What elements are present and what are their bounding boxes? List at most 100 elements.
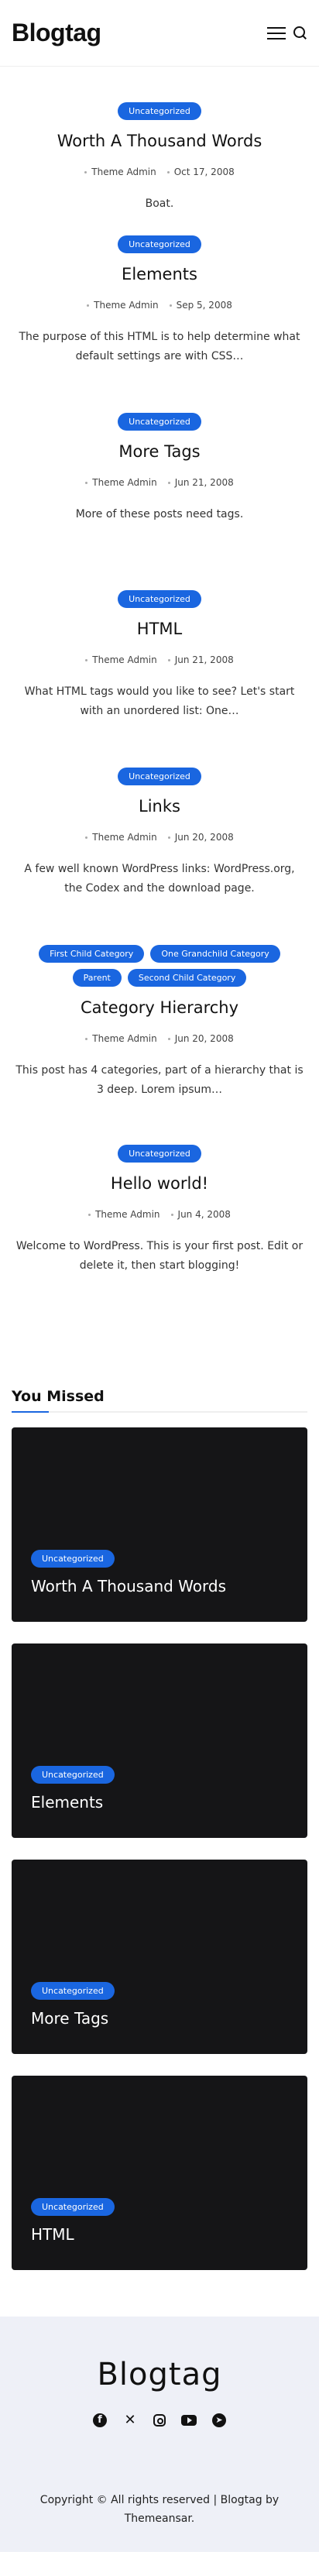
bullet-icon <box>84 170 87 173</box>
category-badge[interactable]: Uncategorized <box>31 1550 115 1568</box>
bullet-icon <box>169 304 172 307</box>
missed-card[interactable]: Uncategorized More Tags <box>12 1860 307 2054</box>
post-meta: Theme Admin Jun 21, 2008 <box>12 654 307 665</box>
bullet-icon <box>167 658 170 661</box>
post-title[interactable]: More Tags <box>12 441 307 462</box>
post-date[interactable]: Jun 20, 2008 <box>175 1033 234 1044</box>
bullet-icon <box>85 836 88 839</box>
site-footer: Blogtag f ✕ ➤ Copyright © All rights res… <box>0 2317 319 2552</box>
post-title[interactable]: Category Hierarchy <box>12 998 307 1018</box>
category-badge[interactable]: First Child Category <box>39 945 145 963</box>
category-badge[interactable]: Parent <box>72 969 122 987</box>
post-meta: Theme Admin Jun 20, 2008 <box>12 832 307 843</box>
hamburger-icon[interactable] <box>267 26 286 39</box>
bullet-icon <box>167 481 170 484</box>
post-meta: Theme Admin Jun 4, 2008 <box>12 1209 307 1220</box>
post-date[interactable]: Sep 5, 2008 <box>177 300 232 311</box>
facebook-icon[interactable]: f <box>93 2413 107 2427</box>
bullet-icon <box>166 170 170 173</box>
search-icon[interactable] <box>293 26 307 40</box>
section-divider <box>12 1411 307 1413</box>
bullet-icon <box>87 304 90 307</box>
post-categories: First Child Category One Grandchild Cate… <box>29 945 290 987</box>
card-title[interactable]: HTML <box>31 2225 74 2244</box>
category-badge[interactable]: Uncategorized <box>118 235 201 253</box>
post-meta: Theme Admin Oct 17, 2008 <box>12 167 307 177</box>
category-badge[interactable]: Uncategorized <box>31 1766 115 1784</box>
category-badge[interactable]: Uncategorized <box>31 1982 115 2000</box>
post-author[interactable]: Theme Admin <box>95 1209 160 1220</box>
post-author[interactable]: Theme Admin <box>92 1033 156 1044</box>
bullet-icon <box>85 1037 88 1040</box>
card-title[interactable]: Elements <box>31 1793 103 1812</box>
x-icon[interactable]: ✕ <box>122 2413 138 2428</box>
post-author[interactable]: Theme Admin <box>92 832 156 843</box>
bullet-icon <box>167 1037 170 1040</box>
bullet-icon <box>88 1213 91 1216</box>
category-badge[interactable]: Uncategorized <box>118 413 201 431</box>
post-author[interactable]: Theme Admin <box>91 167 156 177</box>
bullet-icon <box>167 836 170 839</box>
post-date[interactable]: Jun 21, 2008 <box>175 654 234 665</box>
post-author[interactable]: Theme Admin <box>94 300 158 311</box>
post-item: Uncategorized Elements Theme Admin Sep 5… <box>12 235 307 413</box>
post-excerpt: The purpose of this HTML is to help dete… <box>19 331 300 362</box>
telegram-icon[interactable]: ➤ <box>212 2413 226 2427</box>
post-title[interactable]: Links <box>12 796 307 816</box>
category-badge[interactable]: Uncategorized <box>31 2198 115 2216</box>
youtube-icon[interactable] <box>181 2415 197 2426</box>
instagram-icon[interactable] <box>153 2414 166 2427</box>
post-item: First Child Category One Grandchild Cate… <box>12 945 307 1145</box>
category-badge[interactable]: Uncategorized <box>118 1145 201 1163</box>
site-logo[interactable]: Blogtag <box>12 19 101 47</box>
post-item: Uncategorized Links Theme Admin Jun 20, … <box>12 768 307 945</box>
post-categories: Uncategorized <box>29 768 290 785</box>
post-categories: Uncategorized <box>29 102 290 120</box>
post-date[interactable]: Oct 17, 2008 <box>174 167 235 177</box>
post-excerpt: Welcome to WordPress. This is your first… <box>15 1240 304 1272</box>
post-item: Uncategorized Worth A Thousand Words The… <box>12 67 307 235</box>
post-date[interactable]: Jun 20, 2008 <box>175 832 234 843</box>
category-badge[interactable]: Uncategorized <box>118 590 201 608</box>
missed-card[interactable]: Uncategorized HTML <box>12 2076 307 2270</box>
post-meta: Theme Admin Jun 21, 2008 <box>12 477 307 488</box>
post-item: Uncategorized Hello world! Theme Admin J… <box>12 1145 307 1345</box>
post-item: Uncategorized HTML Theme Admin Jun 21, 2… <box>12 590 307 768</box>
card-title[interactable]: More Tags <box>31 2009 108 2028</box>
post-excerpt: Boat. <box>145 197 174 211</box>
post-categories: Uncategorized <box>29 235 290 253</box>
site-header: Blogtag <box>0 0 319 67</box>
missed-card[interactable]: Uncategorized Worth A Thousand Words <box>12 1427 307 1622</box>
post-excerpt: What HTML tags would you like to see? Le… <box>24 685 295 717</box>
post-title[interactable]: Elements <box>12 264 307 284</box>
social-links: f ✕ ➤ <box>12 2413 307 2428</box>
category-badge[interactable]: Uncategorized <box>118 768 201 785</box>
post-date[interactable]: Jun 4, 2008 <box>178 1209 231 1220</box>
you-missed-section: You Missed Uncategorized Worth A Thousan… <box>0 1388 319 2270</box>
post-author[interactable]: Theme Admin <box>92 477 156 488</box>
post-categories: Uncategorized <box>29 1145 290 1163</box>
bullet-icon <box>170 1213 173 1216</box>
category-badge[interactable]: One Grandchild Category <box>150 945 280 963</box>
post-meta: Theme Admin Sep 5, 2008 <box>12 300 307 311</box>
category-badge[interactable]: Uncategorized <box>118 102 201 120</box>
bullet-icon <box>85 481 88 484</box>
post-item: Uncategorized More Tags Theme Admin Jun … <box>12 413 307 590</box>
post-date[interactable]: Jun 21, 2008 <box>175 477 234 488</box>
post-excerpt: A few well known WordPress links: WordPr… <box>24 863 295 895</box>
post-title[interactable]: Worth A Thousand Words <box>12 131 307 151</box>
post-excerpt: This post has 4 categories, part of a hi… <box>15 1064 304 1096</box>
category-badge[interactable]: Second Child Category <box>127 969 247 987</box>
bullet-icon <box>85 658 88 661</box>
post-author[interactable]: Theme Admin <box>92 654 156 665</box>
post-categories: Uncategorized <box>29 413 290 431</box>
missed-card[interactable]: Uncategorized Elements <box>12 1643 307 1838</box>
post-title[interactable]: HTML <box>12 619 307 639</box>
section-heading: You Missed <box>12 1388 105 1405</box>
card-title[interactable]: Worth A Thousand Words <box>31 1577 226 1595</box>
post-excerpt: More of these posts need tags. <box>75 508 244 521</box>
post-title[interactable]: Hello world! <box>12 1173 307 1194</box>
post-list: Uncategorized Worth A Thousand Words The… <box>0 67 319 1345</box>
footer-logo[interactable]: Blogtag <box>12 2357 307 2392</box>
post-meta: Theme Admin Jun 20, 2008 <box>12 1033 307 1044</box>
